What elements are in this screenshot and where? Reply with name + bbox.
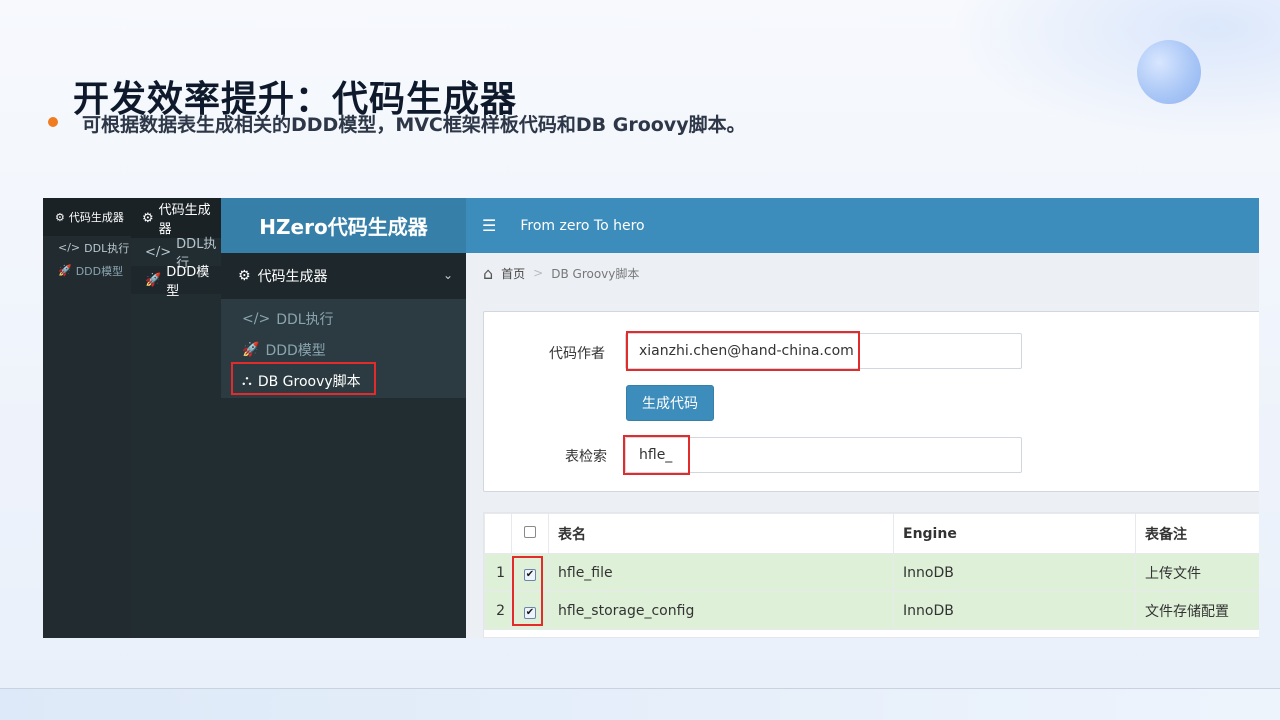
rocket-icon: 🚀 <box>145 272 162 288</box>
row-index: 1 <box>484 553 512 592</box>
main-content: ☰ From zero To hero ⌂ 首页 > DB Groovy脚本 代… <box>466 198 1259 638</box>
highlight-box-checkboxes <box>512 556 543 626</box>
sidebar-small: ⚙ 代码生成器 </> DDL执行 🚀 DDD模型 <box>43 198 131 638</box>
sidebar-medium-item-ddd[interactable]: 🚀 DDD模型 <box>131 265 221 299</box>
engine-cell: InnoDB <box>893 553 1136 592</box>
sidebar-item-ddl[interactable]: </> DDL执行 <box>221 303 466 334</box>
table-name-cell: hfle_storage_config <box>548 591 894 630</box>
comment-cell: 上传文件 <box>1135 553 1259 592</box>
rocket-icon: 🚀 <box>242 341 260 358</box>
home-icon[interactable]: ⌂ <box>483 264 493 283</box>
index-header <box>484 513 512 554</box>
gear-icon: ⚙ <box>142 210 154 226</box>
topbar: ☰ From zero To hero <box>466 198 1259 253</box>
select-all-checkbox[interactable] <box>524 525 536 538</box>
tables-table: 表名 Engine 表备注 1 ✔ hfle_file InnoDB 上传文件 … <box>484 513 1259 630</box>
table-row[interactable]: 2 ✔ hfle_storage_config InnoDB 文件存储配置 <box>484 591 1259 630</box>
decorative-gradient <box>950 0 1280 140</box>
decorative-orb <box>1137 40 1201 104</box>
sidebar-menu-header[interactable]: ⚙ 代码生成器 ⌄ <box>221 253 466 299</box>
breadcrumb-home[interactable]: 首页 <box>501 265 525 282</box>
chevron-down-icon: ⌄ <box>442 268 453 282</box>
table-header-row: 表名 Engine 表备注 <box>484 513 1259 554</box>
breadcrumb-current: DB Groovy脚本 <box>551 266 640 281</box>
gear-icon: ⚙ <box>238 268 251 284</box>
select-all-header <box>511 513 549 554</box>
comment-cell: 文件存储配置 <box>1135 591 1259 630</box>
code-icon: </> <box>242 310 271 327</box>
rocket-icon: 🚀 <box>58 264 72 277</box>
gear-icon: ⚙ <box>55 210 65 224</box>
column-header-comment[interactable]: 表备注 <box>1135 513 1259 554</box>
column-header-name[interactable]: 表名 <box>548 513 894 554</box>
breadcrumb: ⌂ 首页 > DB Groovy脚本 <box>466 253 1259 293</box>
table-panel: 表名 Engine 表备注 1 ✔ hfle_file InnoDB 上传文件 … <box>483 512 1259 638</box>
sidebar-medium: ⚙ 代码生成器 </> DDL执行 🚀 DDD模型 <box>131 198 221 638</box>
row-index: 2 <box>484 591 512 630</box>
generate-code-button[interactable]: 生成代码 <box>626 385 714 421</box>
highlight-box-menu <box>231 362 376 395</box>
table-name-cell: hfle_file <box>548 553 894 592</box>
hamburger-icon[interactable]: ☰ <box>482 216 496 235</box>
author-label: 代码作者 <box>549 346 605 362</box>
highlight-box-search <box>623 435 690 475</box>
code-icon: </> <box>58 241 81 254</box>
sidebar-small-header[interactable]: ⚙ 代码生成器 <box>43 198 131 236</box>
sidebar-small-item-ddd[interactable]: 🚀 DDD模型 <box>43 259 131 282</box>
sidebar-item-ddd[interactable]: 🚀 DDD模型 <box>221 334 466 365</box>
form-panel: 代码作者 xianzhi.chen@hand-china.com 生成代码 表检… <box>483 311 1259 492</box>
topbar-tagline: From zero To hero <box>520 217 645 234</box>
decorative-footer-band <box>0 688 1280 720</box>
table-row[interactable]: 1 ✔ hfle_file InnoDB 上传文件 <box>484 553 1259 592</box>
bullet-dot <box>48 117 58 127</box>
engine-cell: InnoDB <box>893 591 1136 630</box>
app-logo[interactable]: HZero代码生成器 <box>221 198 466 253</box>
column-header-engine[interactable]: Engine <box>893 513 1136 554</box>
code-icon: </> <box>145 244 172 260</box>
table-search-label: 表检索 <box>565 449 607 465</box>
sidebar-small-item-ddl[interactable]: </> DDL执行 <box>43 236 131 259</box>
slide-subtitle: 可根据数据表生成相关的DDD模型，MVC框架样板代码和DB Groovy脚本。 <box>82 114 746 136</box>
highlight-box-author <box>626 331 860 371</box>
app-screenshot: ⚙ 代码生成器 </> DDL执行 🚀 DDD模型 ⚙ 代码生成器 </> DD… <box>43 198 1259 638</box>
sidebar-main: HZero代码生成器 ⚙ 代码生成器 ⌄ </> DDL执行 🚀 DDD模型 ⛬… <box>221 198 466 638</box>
sidebar-medium-header[interactable]: ⚙ 代码生成器 <box>131 198 221 238</box>
breadcrumb-separator: > <box>533 266 544 280</box>
